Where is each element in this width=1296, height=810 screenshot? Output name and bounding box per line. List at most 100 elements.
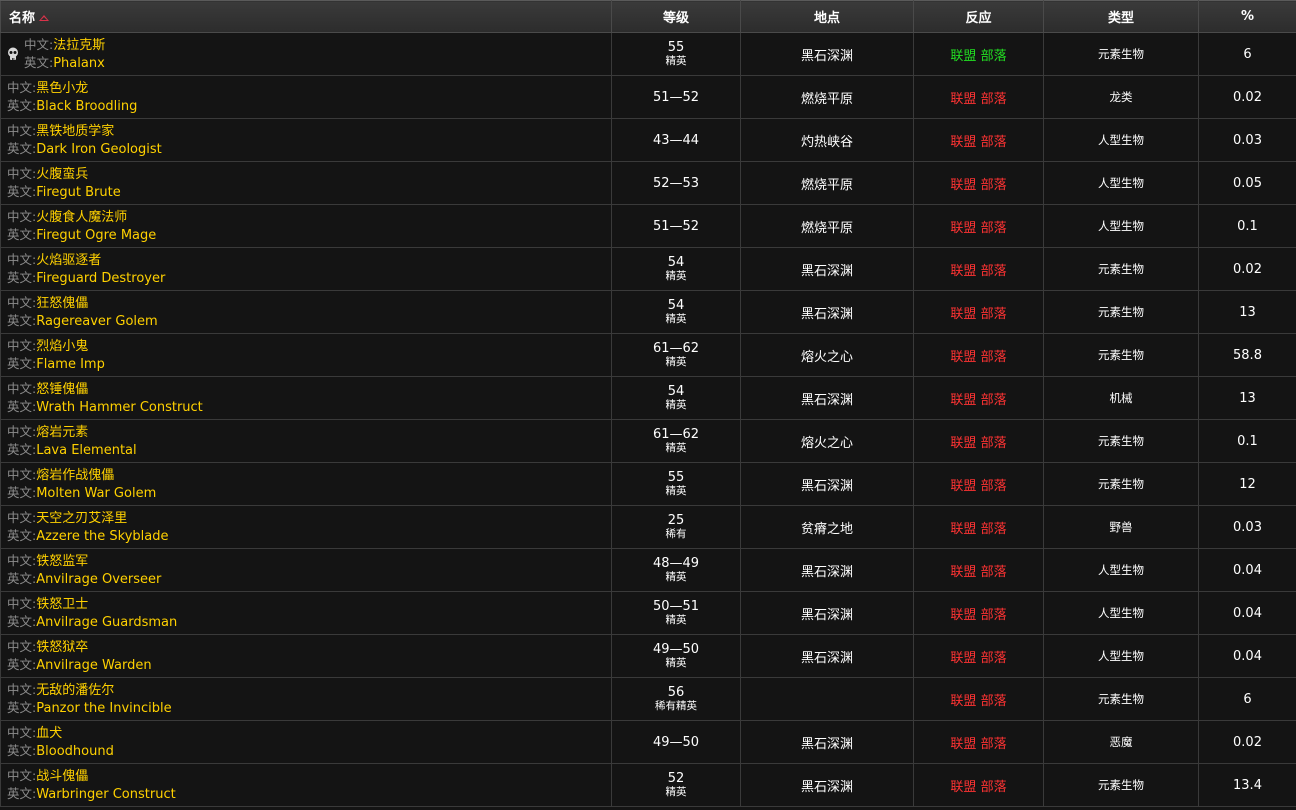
name-cell: 中文:烈焰小鬼 英文:Flame Imp — [0, 333, 612, 377]
location-cell[interactable]: 熔火之心 — [740, 333, 914, 377]
level-value: 54 — [667, 384, 685, 399]
cn-name-link[interactable]: 熔岩作战傀儡 — [36, 468, 114, 483]
cn-label: 中文: — [7, 768, 37, 783]
en-name-line: 英文:Lava Elemental — [7, 441, 137, 459]
location-cell[interactable]: 灼热峡谷 — [740, 118, 914, 162]
en-name-link[interactable]: Warbringer Construct — [36, 787, 175, 802]
location-cell[interactable]: 黑石深渊 — [740, 32, 914, 76]
cn-label: 中文: — [7, 295, 37, 310]
level-value: 54 — [667, 298, 685, 313]
location-cell[interactable]: 黑石深渊 — [740, 591, 914, 635]
location-cell[interactable]: 黑石深渊 — [740, 462, 914, 506]
level-value: 54 — [667, 255, 685, 270]
location-cell[interactable]: 黑石深渊 — [740, 720, 914, 764]
column-header-reaction[interactable]: 反应 — [913, 0, 1044, 33]
en-name-link[interactable]: Anvilrage Guardsman — [36, 615, 177, 630]
cn-name-link[interactable]: 战斗傀儡 — [36, 769, 88, 784]
en-name-link[interactable]: Firegut Ogre Mage — [36, 228, 156, 243]
cn-name-link[interactable]: 黑铁地质学家 — [36, 124, 114, 139]
column-header-type[interactable]: 类型 — [1043, 0, 1199, 33]
column-header-percent[interactable]: % — [1198, 0, 1296, 33]
cn-name-line: 中文:怒锤傀儡 — [7, 380, 203, 398]
cn-name-link[interactable]: 烈焰小鬼 — [36, 339, 88, 354]
cn-name-link[interactable]: 黑色小龙 — [36, 81, 88, 96]
percent-cell: 12 — [1198, 462, 1296, 506]
cn-name-link[interactable]: 火腹蛮兵 — [36, 167, 88, 182]
column-header-name[interactable]: 名称 — [0, 0, 612, 33]
en-name-line: 英文:Azzere the Skyblade — [7, 527, 169, 545]
classification-value: 精英 — [665, 614, 687, 626]
location-cell[interactable]: 黑石深渊 — [740, 548, 914, 592]
reaction-cell: 联盟 部落 — [913, 333, 1044, 377]
cn-name-link[interactable]: 火焰驱逐者 — [36, 253, 101, 268]
column-header-location[interactable]: 地点 — [740, 0, 914, 33]
en-name-link[interactable]: Firegut Brute — [36, 185, 121, 200]
percent-cell: 0.03 — [1198, 118, 1296, 162]
en-label: 英文: — [7, 227, 37, 242]
name-cell: 中文:法拉克斯 英文:Phalanx — [0, 32, 612, 76]
column-header-level[interactable]: 等级 — [611, 0, 741, 33]
en-label: 英文: — [7, 485, 37, 500]
en-name-link[interactable]: Phalanx — [53, 56, 105, 71]
alliance-reaction: 联盟 — [950, 779, 977, 795]
horde-reaction: 部落 — [980, 650, 1007, 666]
cn-name-link[interactable]: 血犬 — [36, 726, 62, 741]
table-row: 中文:黑铁地质学家 英文:Dark Iron Geologist 43—44 灼… — [0, 118, 1296, 162]
cn-label: 中文: — [7, 553, 37, 568]
cn-name-link[interactable]: 无敌的潘佐尔 — [36, 683, 114, 698]
cn-name-link[interactable]: 天空之刃艾泽里 — [36, 511, 127, 526]
en-name-link[interactable]: Flame Imp — [36, 357, 105, 372]
cn-name-link[interactable]: 狂怒傀儡 — [36, 296, 88, 311]
en-name-link[interactable]: Wrath Hammer Construct — [36, 400, 203, 415]
location-cell[interactable]: 熔火之心 — [740, 419, 914, 463]
en-label: 英文: — [7, 98, 37, 113]
en-name-link[interactable]: Molten War Golem — [36, 486, 156, 501]
location-cell[interactable] — [740, 677, 914, 721]
table-row: 中文:天空之刃艾泽里 英文:Azzere the Skyblade 25 稀有 … — [0, 505, 1296, 549]
location-cell[interactable]: 黑石深渊 — [740, 247, 914, 291]
en-name-link[interactable]: Azzere the Skyblade — [36, 529, 168, 544]
cn-name-link[interactable]: 熔岩元素 — [36, 425, 88, 440]
name-cell: 中文:黑色小龙 英文:Black Broodling — [0, 75, 612, 119]
table-row: 中文:熔岩元素 英文:Lava Elemental 61—62 精英 熔火之心 … — [0, 419, 1296, 463]
en-name-link[interactable]: Panzor the Invincible — [36, 701, 171, 716]
location-cell[interactable]: 燃烧平原 — [740, 204, 914, 248]
en-name-link[interactable]: Dark Iron Geologist — [36, 142, 162, 157]
cn-label: 中文: — [7, 467, 37, 482]
table-row: 中文:狂怒傀儡 英文:Ragereaver Golem 54 精英 黑石深渊 联… — [0, 290, 1296, 334]
level-cell: 52 精英 — [611, 763, 741, 807]
name-cell: 中文:黑铁地质学家 英文:Dark Iron Geologist — [0, 118, 612, 162]
en-name-link[interactable]: Anvilrage Warden — [36, 658, 151, 673]
en-name-link[interactable]: Bloodhound — [36, 744, 114, 759]
en-name-link[interactable]: Lava Elemental — [36, 443, 136, 458]
type-cell: 人型生物 — [1043, 204, 1199, 248]
cn-name-link[interactable]: 法拉克斯 — [53, 38, 105, 53]
alliance-reaction: 联盟 — [950, 521, 977, 537]
horde-reaction: 部落 — [980, 349, 1007, 365]
cn-name-link[interactable]: 铁怒卫士 — [36, 597, 88, 612]
location-cell[interactable]: 燃烧平原 — [740, 75, 914, 119]
cn-name-link[interactable]: 火腹食人魔法师 — [36, 210, 127, 225]
location-cell[interactable]: 黑石深渊 — [740, 763, 914, 807]
cn-name-link[interactable]: 怒锤傀儡 — [36, 382, 88, 397]
cn-name-link[interactable]: 铁怒狱卒 — [36, 640, 88, 655]
location-cell[interactable]: 燃烧平原 — [740, 161, 914, 205]
location-cell[interactable]: 贫瘠之地 — [740, 505, 914, 549]
alliance-reaction: 联盟 — [950, 650, 977, 666]
cn-name-link[interactable]: 铁怒监军 — [36, 554, 88, 569]
table-row: 中文:火腹蛮兵 英文:Firegut Brute 52—53 燃烧平原 联盟 部… — [0, 161, 1296, 205]
location-cell[interactable]: 黑石深渊 — [740, 376, 914, 420]
en-name-link[interactable]: Anvilrage Overseer — [36, 572, 161, 587]
reaction-cell: 联盟 部落 — [913, 634, 1044, 678]
location-cell[interactable]: 黑石深渊 — [740, 634, 914, 678]
reaction-cell: 联盟 部落 — [913, 505, 1044, 549]
en-name-link[interactable]: Ragereaver Golem — [36, 314, 157, 329]
en-name-link[interactable]: Black Broodling — [36, 99, 137, 114]
en-name-link[interactable]: Fireguard Destroyer — [36, 271, 165, 286]
alliance-reaction: 联盟 — [950, 736, 977, 752]
location-cell[interactable]: 黑石深渊 — [740, 290, 914, 334]
level-value: 43—44 — [652, 132, 700, 148]
alliance-reaction: 联盟 — [950, 134, 977, 150]
type-cell: 人型生物 — [1043, 591, 1199, 635]
cn-name-line: 中文:铁怒卫士 — [7, 595, 177, 613]
